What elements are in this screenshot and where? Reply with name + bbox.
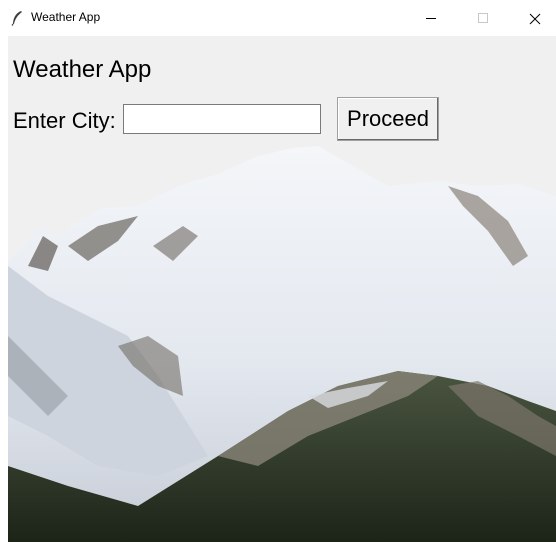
close-button[interactable]	[512, 0, 556, 36]
city-label: Enter City:	[13, 108, 116, 133]
app-heading: Weather App	[13, 56, 152, 83]
title-bar[interactable]: Weather App	[0, 0, 556, 36]
app-window: Weather App Weather App Enter City: Proc…	[0, 0, 556, 542]
maximize-icon	[478, 13, 488, 23]
client-area: Weather App Enter City: Proceed	[8, 36, 556, 542]
window-title: Weather App	[31, 10, 101, 24]
close-icon	[529, 13, 541, 25]
minimize-button[interactable]	[408, 0, 454, 36]
maximize-button[interactable]	[460, 0, 506, 36]
feather-icon	[11, 11, 22, 26]
proceed-button[interactable]: Proceed	[337, 97, 439, 141]
minimize-icon	[426, 18, 436, 19]
city-input[interactable]	[123, 104, 321, 134]
